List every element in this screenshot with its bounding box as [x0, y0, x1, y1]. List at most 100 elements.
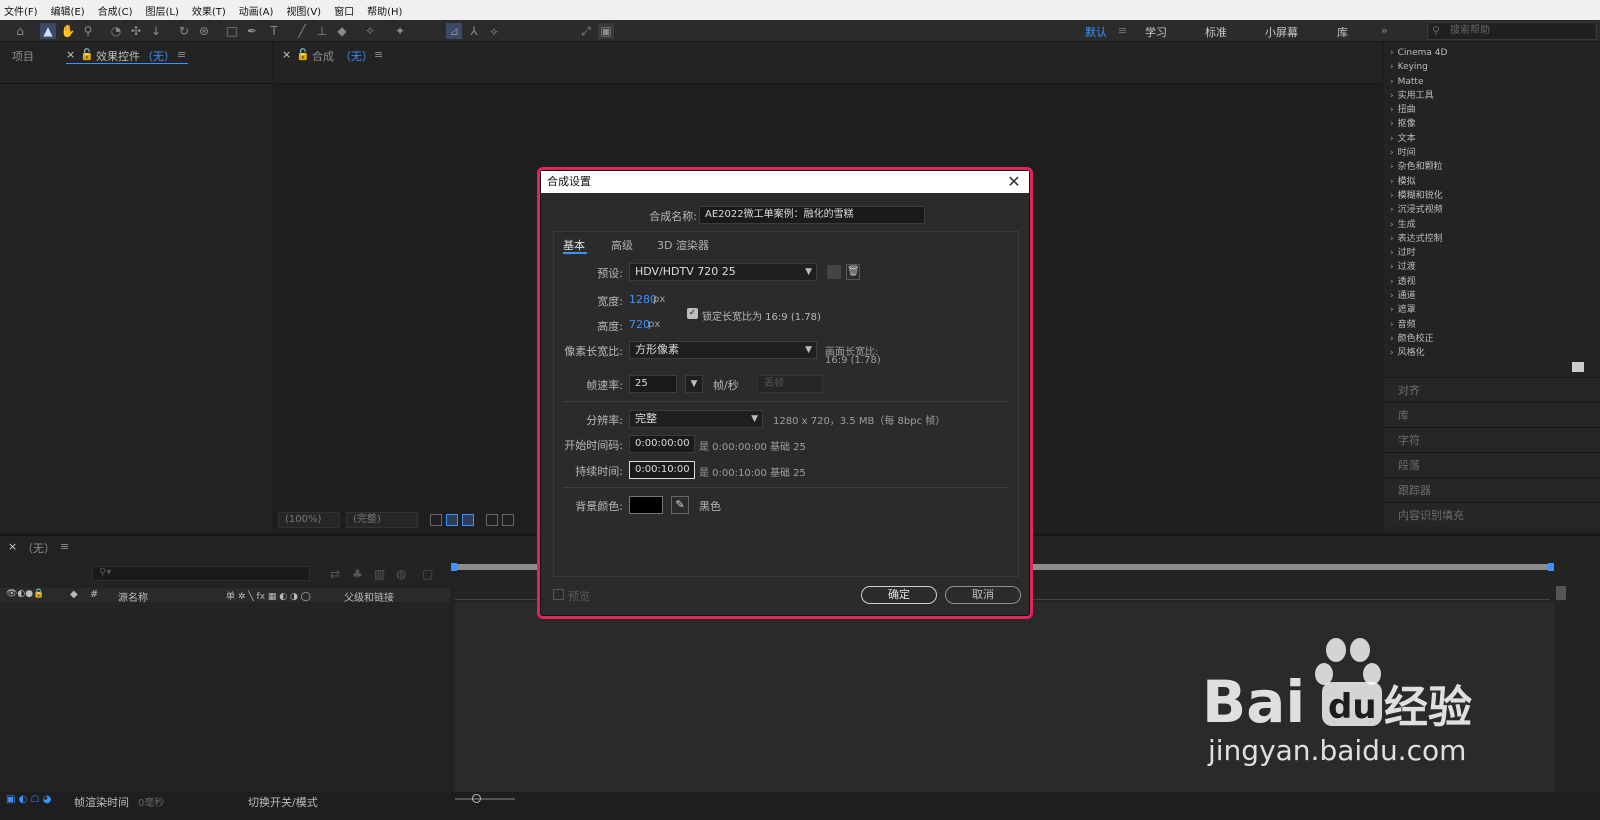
local-axis-icon[interactable]: ⊿: [446, 23, 462, 39]
frame-rate-input[interactable]: 25: [629, 375, 677, 393]
effect-category[interactable]: 沉浸式视频: [1390, 203, 1600, 217]
effect-category[interactable]: 实用工具: [1390, 89, 1600, 103]
effect-category[interactable]: 音频: [1390, 318, 1600, 332]
shy-icon[interactable]: ♣: [352, 567, 363, 581]
pan-tool-icon[interactable]: ✣: [128, 23, 144, 39]
duration-input[interactable]: 0:00:10:00: [629, 461, 695, 479]
tab-project[interactable]: 项目: [12, 48, 34, 64]
effect-category[interactable]: 通道: [1390, 289, 1600, 303]
panel-menu-icon[interactable]: ≡: [374, 48, 383, 61]
workspace-more-icon[interactable]: »: [1381, 24, 1388, 37]
graph-editor-icon[interactable]: ▢: [422, 567, 433, 581]
parent-column[interactable]: 父级和链接: [344, 589, 394, 604]
effect-category[interactable]: 时间: [1390, 146, 1600, 160]
menu-window[interactable]: 窗口: [334, 3, 354, 18]
close-icon[interactable]: ✕: [1005, 173, 1023, 191]
work-area-start-handle[interactable]: [451, 563, 457, 571]
close-icon[interactable]: ×: [8, 540, 17, 553]
effect-category[interactable]: 抠像: [1390, 117, 1600, 131]
tab-basic[interactable]: 基本: [563, 237, 585, 253]
height-value[interactable]: 720: [629, 318, 650, 331]
source-name-column[interactable]: 源名称: [118, 589, 148, 604]
workspace-libraries[interactable]: 库: [1337, 24, 1348, 40]
effect-category[interactable]: 颜色校正: [1390, 332, 1600, 346]
grid-toggle-icon[interactable]: [430, 514, 442, 526]
quality-select[interactable]: (完整): [346, 512, 418, 528]
panel-menu-icon[interactable]: ≡: [177, 48, 186, 61]
world-axis-icon[interactable]: ⅄: [466, 23, 482, 39]
tab-timeline[interactable]: （无）: [22, 540, 55, 556]
anchor-tool-icon[interactable]: ⊛: [196, 23, 212, 39]
selection-tool-icon[interactable]: ▲: [40, 23, 56, 39]
panel-align[interactable]: 对齐: [1384, 377, 1600, 402]
menu-file[interactable]: 文件(F): [4, 3, 38, 18]
snap-icon[interactable]: ⤢: [578, 23, 594, 39]
home-icon[interactable]: ⌂: [12, 23, 28, 39]
cancel-button[interactable]: 取消: [945, 586, 1021, 604]
zoom-slider[interactable]: [455, 798, 515, 800]
layer-search-input[interactable]: ⚲▾: [92, 566, 310, 581]
comp-flowchart-icon[interactable]: ⇄: [330, 567, 340, 581]
text-tool-icon[interactable]: T: [266, 23, 282, 39]
panel-content-aware-fill[interactable]: 内容识别填充: [1384, 502, 1600, 527]
workspace-learn[interactable]: 学习: [1145, 24, 1167, 40]
workspace-small-screen[interactable]: 小屏幕: [1265, 24, 1298, 40]
panel-tracker[interactable]: 跟踪器: [1384, 477, 1600, 502]
rotate-tool-icon[interactable]: ↻: [176, 23, 192, 39]
new-folder-icon[interactable]: [1572, 362, 1584, 372]
effect-category[interactable]: 风格化: [1390, 346, 1600, 360]
view-axis-icon[interactable]: ⟡: [486, 23, 502, 39]
menu-view[interactable]: 视图(V): [286, 3, 321, 18]
menu-composition[interactable]: 合成(C): [98, 3, 133, 18]
ok-button[interactable]: 确定: [861, 586, 937, 604]
orbit-tool-icon[interactable]: ◔: [108, 23, 124, 39]
preview-checkbox[interactable]: [553, 589, 564, 600]
workspace-menu-icon[interactable]: ≡: [1118, 24, 1127, 37]
tab-advanced[interactable]: 高级: [611, 237, 633, 253]
brush-tool-icon[interactable]: ╱: [294, 23, 310, 39]
effect-category[interactable]: Keying: [1390, 60, 1600, 74]
pixel-aspect-select[interactable]: 方形像素 ▼: [629, 341, 817, 359]
rectangle-tool-icon[interactable]: □: [224, 23, 240, 39]
dolly-tool-icon[interactable]: ↓: [148, 23, 164, 39]
panel-paragraph[interactable]: 段落: [1384, 452, 1600, 477]
effect-category[interactable]: 生成: [1390, 218, 1600, 232]
toggle-switches-modes[interactable]: 切换开关/模式: [248, 794, 318, 810]
effect-category[interactable]: Cinema 4D: [1390, 46, 1600, 60]
clone-stamp-tool-icon[interactable]: ⊥: [314, 23, 330, 39]
effect-category[interactable]: 文本: [1390, 132, 1600, 146]
background-color-swatch[interactable]: [629, 496, 663, 514]
workspace-default[interactable]: 默认: [1085, 24, 1107, 40]
roto-brush-tool-icon[interactable]: ✧: [362, 23, 378, 39]
effect-category[interactable]: 遮罩: [1390, 303, 1600, 317]
effect-category[interactable]: 过时: [1390, 246, 1600, 260]
zoom-tool-icon[interactable]: ⚲: [80, 23, 96, 39]
resolution-select[interactable]: 完整 ▼: [629, 410, 763, 428]
effect-category[interactable]: 模拟: [1390, 175, 1600, 189]
channel-icon[interactable]: [502, 514, 514, 526]
close-icon[interactable]: ×: [282, 48, 291, 61]
effect-category[interactable]: 透视: [1390, 275, 1600, 289]
render-icons[interactable]: ▣ ◐ ☖ ◕: [6, 794, 51, 805]
menu-edit[interactable]: 编辑(E): [51, 3, 85, 18]
frame-rate-dropdown[interactable]: ▼: [685, 375, 703, 393]
comp-name-input[interactable]: AE2022微工单案例：融化的雪糕: [699, 206, 925, 224]
start-timecode-input[interactable]: 0:00:00:00: [629, 435, 695, 453]
zoom-slider-handle[interactable]: [472, 794, 481, 803]
effect-category[interactable]: 扭曲: [1390, 103, 1600, 117]
trash-icon[interactable]: 🗑: [846, 264, 860, 280]
menu-layer[interactable]: 图层(L): [145, 3, 178, 18]
close-icon[interactable]: ×: [66, 48, 75, 61]
motion-blur-icon[interactable]: ◍: [396, 567, 406, 581]
zoom-select[interactable]: (100%): [278, 512, 340, 528]
save-preset-icon[interactable]: [827, 265, 841, 279]
tab-effect-controls[interactable]: 效果控件: [96, 48, 140, 64]
drop-frame-select[interactable]: 丢帧: [757, 375, 823, 393]
frame-blend-icon[interactable]: ▥: [374, 567, 385, 581]
tab-composition[interactable]: 合成: [312, 48, 334, 64]
hand-tool-icon[interactable]: ✋: [60, 23, 76, 39]
workspace-standard[interactable]: 标准: [1205, 24, 1227, 40]
menu-help[interactable]: 帮助(H): [367, 3, 402, 18]
panel-menu-icon[interactable]: ≡: [60, 540, 69, 553]
search-help-input[interactable]: 搜索帮助: [1427, 22, 1597, 40]
